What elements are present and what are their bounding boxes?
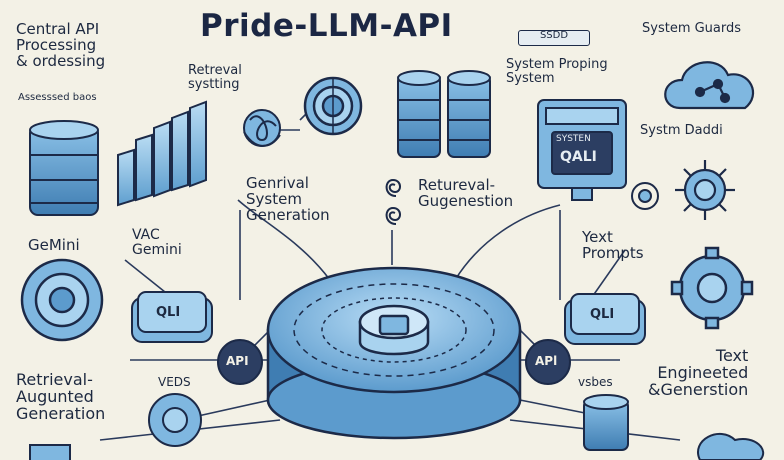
chip-left-label: QLI — [156, 305, 181, 320]
top-center-box: SSDD — [518, 30, 590, 46]
bottom-right-disk-icon — [583, 394, 629, 451]
label-text-engineered: Text Engineeted &Generstion — [648, 346, 749, 399]
page-title: Pride-LLM-API — [200, 8, 453, 44]
spiral-icon — [385, 178, 401, 225]
knot-brain-icon — [243, 109, 281, 147]
label-vbds-left: VEDS — [158, 375, 191, 389]
left-target-gear-icon — [20, 258, 104, 342]
label-system-guards: System Guards — [642, 21, 742, 36]
chip-right-label: QLI — [590, 307, 615, 322]
cog-hub-icon — [675, 160, 735, 220]
label-system-daddi: Systm Daddi — [640, 123, 723, 138]
label-vac-gemini: VAC Gemini — [132, 227, 182, 258]
screen-text-1: SYSTEN — [556, 134, 591, 144]
api-right-label: APl — [535, 354, 558, 368]
label-system-prompting: System Proping System — [506, 57, 608, 86]
disk-stack-icon — [397, 70, 491, 158]
screen-text-2: QALI — [560, 149, 597, 165]
central-platform-icon — [266, 266, 522, 440]
label-text-prompts: Yext Prompts — [582, 228, 644, 262]
label-gemini-left: GeMini — [28, 236, 80, 254]
gear-icon — [670, 246, 754, 330]
database-stack-icon — [29, 120, 99, 216]
label-retrieval-system: Retreval systting — [188, 63, 242, 92]
label-central-api-sub: Assesssed baos — [18, 92, 97, 103]
cloud-network-icon — [664, 61, 755, 110]
label-central-api: Central API Processing & ordessing — [16, 20, 106, 70]
api-left-label: API — [226, 354, 249, 368]
label-retrieval-generation: Retureval- Gugenestion — [418, 176, 514, 210]
label-vbds-right: vsbes — [578, 375, 613, 389]
bottom-left-disk-icon — [148, 393, 202, 447]
label-generative-system: Genrival System Generation — [246, 174, 330, 224]
label-rag-bottom: Retrieval- Augunted Generation — [16, 370, 106, 423]
server-racks-icon — [117, 100, 207, 207]
small-circle-icon — [631, 182, 659, 210]
infographic-canvas: Pride-LLM-API Central API Processing & o… — [0, 0, 784, 460]
bottom-corner-left-icon — [29, 444, 71, 460]
target-circle-icon — [303, 76, 363, 136]
bottom-corner-cloud-icon — [697, 433, 765, 460]
